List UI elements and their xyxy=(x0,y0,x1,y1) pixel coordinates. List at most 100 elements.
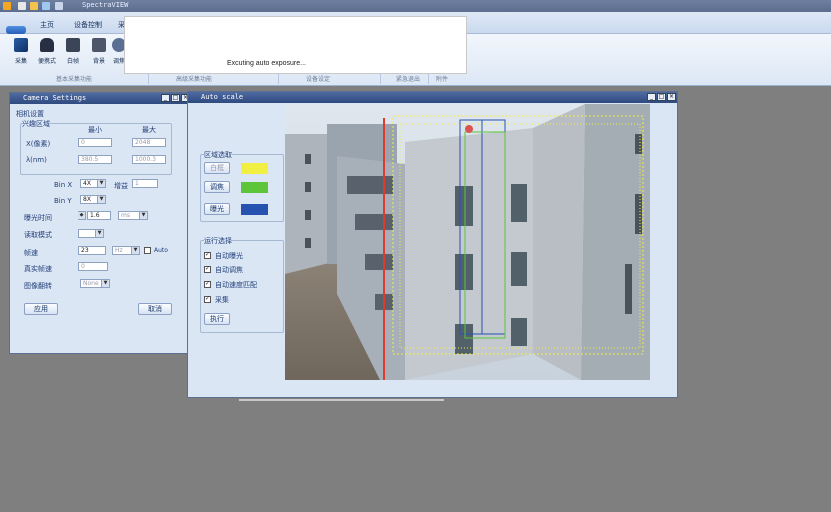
maximize-button[interactable]: □ xyxy=(657,93,666,101)
bin-y-value: 8X xyxy=(83,196,91,203)
camera-preview-image[interactable] xyxy=(285,104,650,380)
portable-label: 便携式 xyxy=(37,58,56,65)
x-max-input[interactable]: 2048 xyxy=(132,138,166,147)
actual-fps-input: 0 xyxy=(78,262,108,271)
x-pixel-label: X(像素) xyxy=(26,140,51,148)
roi-group-label: 兴趣区域 xyxy=(22,119,50,129)
app-title-bar: SpectraVIEW xyxy=(0,0,831,12)
readout-mode-select[interactable]: ▼ xyxy=(78,229,104,238)
app-menu-button[interactable] xyxy=(6,26,26,34)
group-label-device: 设备设定 xyxy=(306,76,331,83)
col-max-label: 最大 xyxy=(142,126,156,134)
white-frame-icon xyxy=(66,38,80,52)
cancel-button[interactable]: 取消 xyxy=(138,303,172,315)
image-flip-label: 图像翻转 xyxy=(24,282,52,290)
auto-framerate-label: Auto xyxy=(154,247,168,254)
quick-undo-icon[interactable] xyxy=(42,2,50,10)
framerate-label: 帧速 xyxy=(24,249,38,257)
camera-icon xyxy=(40,38,54,52)
bin-y-label: Bin Y xyxy=(54,197,72,205)
chevron-down-icon: ▼ xyxy=(139,212,147,219)
lambda-max-input[interactable]: 1000.3 xyxy=(132,155,166,164)
region-select-label: 区域选取 xyxy=(204,150,232,160)
building-photo xyxy=(285,104,650,380)
chevron-down-icon: ▼ xyxy=(97,180,105,187)
exposure-region-button[interactable]: 曝光 xyxy=(204,203,230,215)
exposure-input[interactable]: 1.6 xyxy=(87,211,111,220)
chevron-down-icon: ▼ xyxy=(95,230,103,237)
auto-speed-match-label: 自动速度匹配 xyxy=(215,281,257,289)
apply-button[interactable]: 应用 xyxy=(24,303,58,315)
group-label-basic: 基本采集功能 xyxy=(56,76,93,83)
green-swatch xyxy=(241,182,268,193)
quick-open-icon[interactable] xyxy=(30,2,38,10)
white-frame-region-button[interactable]: 白框 xyxy=(204,162,230,174)
acquire-button[interactable]: 采集 xyxy=(14,38,28,72)
auto-scale-titlebar[interactable]: Auto scale xyxy=(188,92,677,103)
auto-speed-match-checkbox[interactable] xyxy=(204,280,211,288)
spinner-arrows-icon: ◆ xyxy=(78,212,85,219)
group-label-advanced: 高级采集功能 xyxy=(176,76,213,83)
minimize-button[interactable]: _ xyxy=(161,94,170,102)
tab-device-control[interactable]: 设备控制 xyxy=(74,20,102,30)
separator-line xyxy=(239,399,444,401)
acquire-icon xyxy=(14,38,28,52)
acquire-check-label: 采集 xyxy=(215,296,229,304)
close-button[interactable]: × xyxy=(667,93,676,101)
auto-scale-title: Auto scale xyxy=(201,93,244,101)
acquire-label: 采集 xyxy=(14,58,27,65)
quick-access-dropdown-icon[interactable] xyxy=(55,2,63,10)
lambda-label: λ(nm) xyxy=(26,156,47,164)
app-title: SpectraVIEW xyxy=(82,1,129,9)
exposure-spinner[interactable]: ◆ xyxy=(78,211,86,220)
group-label-accessory: 附件 xyxy=(436,76,449,83)
quick-save-icon[interactable] xyxy=(18,2,26,10)
camera-settings-window-controls: _ □ × xyxy=(161,94,190,102)
gain-label: 增益 xyxy=(114,182,128,190)
acquire-checkbox[interactable] xyxy=(204,295,211,303)
app-logo-icon xyxy=(3,2,11,10)
chevron-down-icon: ▼ xyxy=(101,280,109,287)
portable-button[interactable]: 便携式 xyxy=(37,38,56,72)
background-label: 背景 xyxy=(92,58,105,65)
exposure-label: 曝光时间 xyxy=(24,214,52,222)
execute-button[interactable]: 执行 xyxy=(204,313,230,325)
yellow-swatch xyxy=(241,163,268,174)
lambda-min-input[interactable]: 380.5 xyxy=(78,155,112,164)
minimize-button[interactable]: _ xyxy=(647,93,656,101)
background-button[interactable]: 背景 xyxy=(92,38,106,72)
auto-scale-window: Auto scale _ □ × 区域选取 白框 调焦 曝光 运行选择 自动曝光… xyxy=(187,91,678,398)
bin-x-value: 4X xyxy=(83,180,91,187)
auto-exposure-label: 自动曝光 xyxy=(215,252,243,260)
image-flip-select[interactable]: None ▼ xyxy=(80,279,110,288)
bin-x-label: Bin X xyxy=(54,181,73,189)
progress-message: Excuting auto exposure... xyxy=(227,60,306,67)
camera-section-title: 相机设置 xyxy=(16,110,44,118)
col-min-label: 最小 xyxy=(88,126,102,134)
tab-home[interactable]: 主页 xyxy=(40,20,54,30)
readout-mode-label: 读取模式 xyxy=(24,231,52,239)
auto-focus-label: 自动调焦 xyxy=(215,266,243,274)
bin-x-select[interactable]: 4X ▼ xyxy=(80,179,106,188)
framerate-input[interactable]: 23 xyxy=(78,246,106,255)
bin-y-select[interactable]: 8X ▼ xyxy=(80,195,106,204)
gain-input[interactable]: 1 xyxy=(132,179,158,188)
focus-region-button[interactable]: 调焦 xyxy=(204,181,230,193)
camera-settings-window: Camera Settings _ □ × 相机设置 兴趣区域 最小 最大 X(… xyxy=(9,92,197,354)
exposure-unit-select[interactable]: ms ▼ xyxy=(118,211,148,220)
maximize-button[interactable]: □ xyxy=(171,94,180,102)
auto-focus-checkbox[interactable] xyxy=(204,265,211,273)
auto-scale-window-controls: _ □ × xyxy=(647,93,676,101)
white-frame-button[interactable]: 白帧 xyxy=(66,38,80,72)
blue-swatch xyxy=(241,204,268,215)
framerate-unit-value: Hz xyxy=(115,247,123,254)
framerate-unit-select[interactable]: Hz ▼ xyxy=(112,246,140,255)
chevron-down-icon: ▼ xyxy=(131,247,139,254)
auto-exposure-checkbox[interactable] xyxy=(204,251,211,259)
x-min-input[interactable]: 0 xyxy=(78,138,112,147)
progress-popup: Excuting auto exposure... xyxy=(124,16,467,74)
exposure-unit-value: ms xyxy=(121,212,130,219)
auto-framerate-checkbox[interactable] xyxy=(144,247,151,254)
background-icon xyxy=(92,38,106,52)
actual-fps-label: 真实帧速 xyxy=(24,265,52,273)
